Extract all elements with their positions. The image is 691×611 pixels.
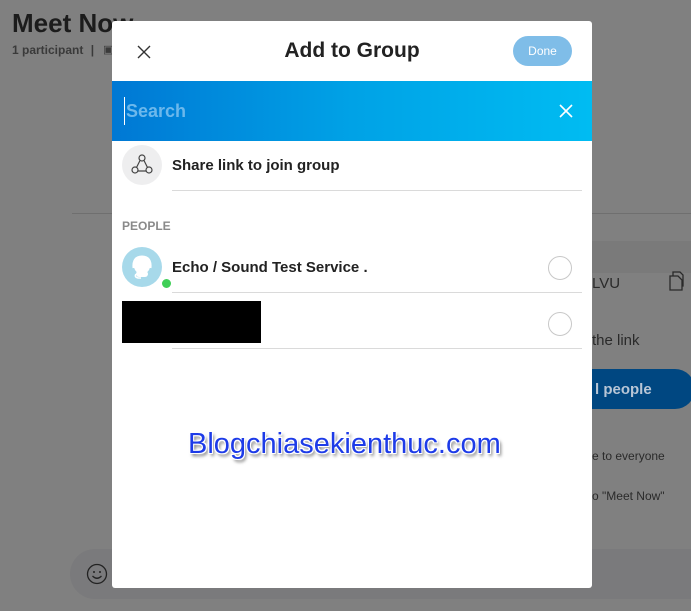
- contact-row[interactable]: Echo / Sound Test Service .: [112, 243, 592, 293]
- share-link-row[interactable]: Share link to join group: [112, 141, 592, 191]
- search-bar: [112, 81, 592, 141]
- share-avatar: [122, 145, 162, 185]
- info-text-1: e to everyone: [592, 449, 665, 463]
- divider: [172, 190, 582, 191]
- contact-name: Echo / Sound Test Service .: [172, 259, 368, 276]
- share-link-label: Share link to join group: [172, 157, 340, 174]
- search-input[interactable]: [124, 97, 524, 125]
- select-contact-radio[interactable]: [548, 312, 572, 336]
- meeting-link-panel: [580, 241, 691, 273]
- copy-icon[interactable]: [668, 271, 684, 291]
- share-link-icon: [131, 154, 153, 174]
- info-text-2: o "Meet Now": [592, 489, 665, 503]
- emoji-icon[interactable]: [86, 563, 108, 585]
- watermark-text: Blogchiasekienthuc.com: [188, 428, 501, 460]
- avatar: [122, 247, 173, 290]
- divider: [172, 292, 582, 293]
- done-button[interactable]: Done: [513, 36, 572, 66]
- divider: [172, 348, 582, 349]
- online-status-indicator: [160, 277, 173, 290]
- people-section-header: PEOPLE: [122, 219, 171, 233]
- contact-row[interactable]: [112, 299, 592, 349]
- participant-count: 1 participant |: [12, 43, 94, 57]
- redacted-contact: [122, 301, 261, 343]
- headset-icon: [132, 255, 152, 279]
- participant-count-text: 1 participant: [12, 43, 84, 57]
- meeting-code: LVU: [592, 275, 621, 292]
- clear-search-icon[interactable]: [558, 103, 574, 119]
- add-to-group-dialog: Add to Group Done Share link to join gro…: [112, 21, 592, 588]
- share-link-text: the link: [592, 332, 640, 349]
- invite-people-label: l people: [595, 381, 652, 398]
- select-contact-radio[interactable]: [548, 256, 572, 280]
- separator: |: [90, 43, 95, 57]
